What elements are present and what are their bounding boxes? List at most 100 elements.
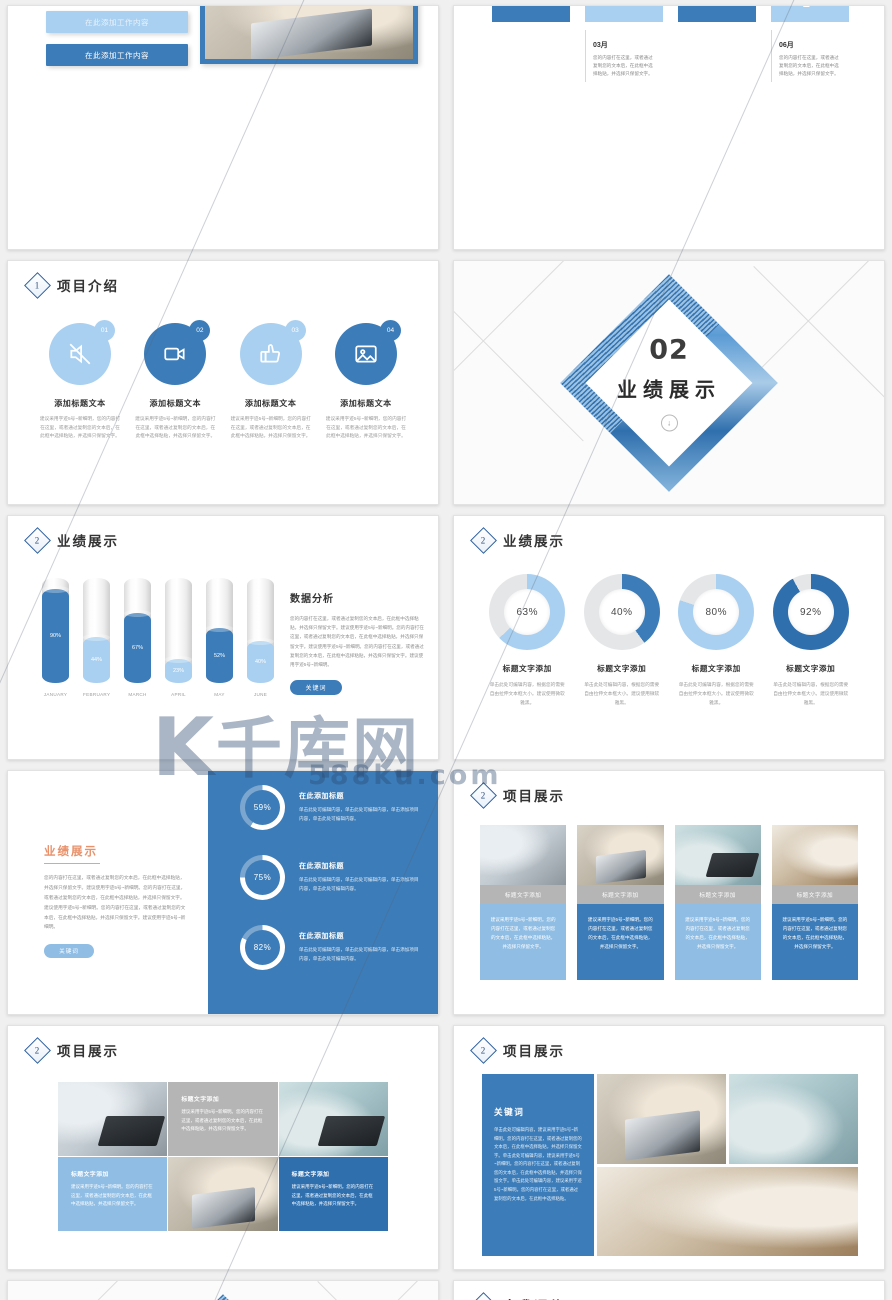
bar-track: 67% bbox=[124, 578, 151, 683]
slide-cell-project-cards[interactable]: 2 项目展示 标题文字添加 建议采用字迹5号~新细明。您的内容打在这里，或者通过… bbox=[446, 765, 892, 1020]
slide-timeline[interactable]: 03月 您的内容打在这里，或者通过复制您的文本后，在此框中选择粘贴，并选择只保留… bbox=[453, 5, 885, 250]
project-card-4[interactable]: 标题文字添加 建议采用字迹5号~新细明。您的内容打在这里，或者通过复制您的文本后… bbox=[771, 825, 858, 980]
donut-value: 63% bbox=[516, 606, 538, 618]
slide-self-evaluation[interactable]: 3 自我评价 在此添加标题 建议采用字迹5号~新细明。您的内容打在这里，或者通过… bbox=[453, 1280, 885, 1300]
intro-card-2[interactable]: 02 添加标题文本 建议采用字迹5号~新细明，您的内容打在这里，或者通过复制您的… bbox=[129, 320, 221, 441]
ring-progress: 59% bbox=[240, 785, 285, 830]
donut-item[interactable]: 80% 标题文字添加 单击此处可编辑内容，根据您的需要自由拉伸文本框大小。建议使用微… bbox=[669, 574, 764, 707]
slide-donuts[interactable]: 2 业绩展示 63% 标题文字添加 单击此处可编辑内容，根据您的需要自由拉伸文本框大… bbox=[453, 515, 885, 760]
intro-cards: 01 添加标题文本 建议采用字迹5号~新细明，您的内容打在这里，或者通过复制您的… bbox=[34, 320, 412, 441]
timeline-text-4: 您的内容打在这里，或者通过复制您的文本后，在此框中选择粘贴，并选择只保留文字。 bbox=[779, 55, 839, 77]
slide-work-content[interactable]: 在此添加工作内容 在此添加工作内容 在此添加工作内容 bbox=[7, 5, 439, 250]
timeline-item-4[interactable]: 06月 您的内容打在这里，或者通过复制您的文本后，在此框中选择粘贴，并选择只保留… bbox=[771, 6, 849, 83]
slide-cell-project-keyword[interactable]: 2 项目展示 关键词 单击此处可编辑内容，建议采用字迹5号~新细明。您的内容打在… bbox=[446, 1020, 892, 1275]
slide-cell-section-02[interactable]: 02 业绩展示 ↓ bbox=[446, 255, 892, 510]
mosaic-text-2[interactable]: 标题文字添加 建议采用字迹5号~新细明。您的内容打在这里，或者通过复制您的文本后… bbox=[58, 1157, 168, 1231]
slide-cell-self-evaluation[interactable]: 3 自我评价 在此添加标题 建议采用字迹5号~新细明。您的内容打在这里，或者通过… bbox=[446, 1275, 892, 1300]
diamond-badge: 2 bbox=[470, 1036, 497, 1064]
mosaic-text-1-body: 建议采用字迹5号~新细明。您的内容打在这里，或者通过复制您的文本后，在此框中选择… bbox=[181, 1109, 263, 1132]
intro-card-3-number: 03 bbox=[284, 320, 306, 341]
keyword-button[interactable]: 关键词 bbox=[44, 944, 94, 959]
gallery-photo-3 bbox=[597, 1166, 858, 1256]
video-icon bbox=[164, 347, 185, 361]
intro-card-3[interactable]: 03 添加标题文本 建议采用字迹5号~新细明，您的内容打在这里，或者通过复制您的… bbox=[225, 320, 317, 441]
bar-column: 52% MAY bbox=[206, 578, 233, 697]
slide-bar-chart[interactable]: 2 业绩展示 90% JANUARY 44% FEBRUARY 67% MARCH 23% A… bbox=[7, 515, 439, 760]
page-title: 项目展示 bbox=[57, 1044, 119, 1059]
bar-value-label: 40% bbox=[254, 659, 266, 665]
intro-card-4[interactable]: 04 添加标题文本 建议采用字迹5号~新细明，您的内容打在这里，或者通过复制您的… bbox=[320, 320, 412, 441]
panel-heading: 数据分析 bbox=[290, 594, 334, 605]
slide-section-03[interactable]: 03 经验反思 bbox=[7, 1280, 439, 1300]
slide-cell-project-intro[interactable]: 1 项目介绍 01 添加标题文本 建议采用字迹5号~新细明，您的内容打在这里，或… bbox=[0, 255, 446, 510]
slide-cell-project-mosaic[interactable]: 2 项目展示 标题文字添加 建议采用字迹5号~新细明。您的内容打在这里，或者通过… bbox=[0, 1020, 446, 1275]
slide-project-mosaic[interactable]: 2 项目展示 标题文字添加 建议采用字迹5号~新细明。您的内容打在这里，或者通过… bbox=[7, 1025, 439, 1270]
bar-column: 23% APRIL bbox=[165, 578, 192, 697]
bar-column: 90% JANUARY bbox=[42, 578, 69, 697]
slide-blue-rings[interactable]: 业绩展示 您的内容打在这里，或者通过复制您的文本后，在此框中选择粘贴，并选择只保… bbox=[7, 770, 439, 1015]
ring-item[interactable]: 59% 在此添加标题 单击此处可编辑内容，单击此处可编辑内容，单击添加项目内容，单击… bbox=[240, 785, 420, 830]
intro-card-1[interactable]: 01 添加标题文本 建议采用字迹5号~新细明，您的内容打在这里，或者通过复制您的… bbox=[34, 320, 126, 441]
bar-track: 44% bbox=[83, 578, 110, 683]
timeline-item-1[interactable] bbox=[492, 6, 570, 82]
slide-project-keyword[interactable]: 2 项目展示 关键词 单击此处可编辑内容，建议采用字迹5号~新细明。您的内容打在… bbox=[453, 1025, 885, 1270]
ring-progress: 75% bbox=[240, 855, 285, 900]
bar-value-label: 44% bbox=[90, 656, 102, 663]
slide-cell-work-content[interactable]: 在此添加工作内容 在此添加工作内容 在此添加工作内容 bbox=[0, 0, 446, 255]
keyword-gallery bbox=[597, 1074, 858, 1256]
work-button-2[interactable]: 在此添加工作内容 bbox=[46, 11, 188, 33]
page-title: 业绩展示 bbox=[503, 534, 565, 549]
mosaic-text-3[interactable]: 标题文字添加 建议采用字迹5号~新细明。您的内容打在这里，或者通过复制您的文本后… bbox=[278, 1157, 388, 1231]
intro-card-2-heading: 添加标题文本 bbox=[149, 399, 202, 408]
ring-value: 59% bbox=[253, 803, 272, 812]
ring-item[interactable]: 82% 在此添加标题 单击此处可编辑内容，单击此处可编辑内容，单击添加项目内容，单击… bbox=[240, 925, 420, 970]
bar-value-label: 90% bbox=[49, 632, 61, 639]
slide-cell-section-03[interactable]: 03 经验反思 bbox=[0, 1275, 446, 1300]
donut-item[interactable]: 63% 标题文字添加 单击此处可编辑内容，根据您的需要自由拉伸文本框大小。建议使用微… bbox=[480, 574, 575, 707]
timeline-body-3 bbox=[678, 30, 756, 78]
bar-track: 23% bbox=[165, 578, 192, 683]
timeline-item-2[interactable]: 03月 您的内容打在这里，或者通过复制您的文本后，在此框中选择粘贴，并选择只保留… bbox=[585, 6, 663, 83]
mosaic-text-1[interactable]: 标题文字添加 建议采用字迹5号~新细明。您的内容打在这里，或者通过复制您的文本后… bbox=[168, 1082, 278, 1156]
donut-text: 单击此处可编辑内容，根据您的需要自由拉伸文本框大小。建议使用微软雅黑。 bbox=[773, 682, 849, 706]
diamond-badge: 2 bbox=[470, 526, 497, 554]
down-arrow-icon[interactable]: ↓ bbox=[660, 414, 678, 431]
project-card-1[interactable]: 标题文字添加 建议采用字迹5号~新细明。您的内容打在这里，或者通过复制您的文本后… bbox=[480, 825, 567, 980]
bar-track: 52% bbox=[206, 578, 233, 683]
donut-text: 单击此处可编辑内容，根据您的需要自由拉伸文本框大小。建议使用微软雅黑。 bbox=[678, 682, 754, 706]
ring-description: 单击此处可编辑内容，单击此处可编辑内容，单击添加项目内容，单击此处可编辑内容。 bbox=[299, 807, 419, 821]
project-card-2[interactable]: 标题文字添加 建议采用字迹5号~新细明。您的内容打在这里，或者通过复制您的文本后… bbox=[577, 825, 664, 980]
ring-item[interactable]: 75% 在此添加标题 单击此处可编辑内容，单击此处可编辑内容，单击添加项目内容，单击… bbox=[240, 855, 420, 900]
project-card-2-text: 建议采用字迹5号~新细明。您的内容打在这里，或者通过复制您的文本后，在此框中选择… bbox=[577, 904, 664, 980]
bar-column: 44% FEBRUARY bbox=[83, 578, 110, 697]
slide-cell-timeline[interactable]: 03月 您的内容打在这里，或者通过复制您的文本后，在此框中选择粘贴，并选择只保留… bbox=[446, 0, 892, 255]
project-card-3[interactable]: 标题文字添加 建议采用字迹5号~新细明。您的内容打在这里，或者通过复制您的文本后… bbox=[674, 825, 761, 980]
slide-grid: 在此添加工作内容 在此添加工作内容 在此添加工作内容 bbox=[0, 0, 892, 1300]
slide-cell-donuts[interactable]: 2 业绩展示 63% 标题文字添加 单击此处可编辑内容，根据您的需要自由拉伸文本框大… bbox=[446, 510, 892, 765]
page-title: 自我评价 bbox=[503, 1295, 565, 1300]
slide-header: 2 项目展示 bbox=[24, 1036, 119, 1064]
slide-project-cards[interactable]: 2 项目展示 标题文字添加 建议采用字迹5号~新细明。您的内容打在这里，或者通过… bbox=[453, 770, 885, 1015]
keyword-button[interactable]: 关键词 bbox=[290, 680, 342, 696]
intro-card-4-number: 04 bbox=[379, 320, 401, 341]
donut-item[interactable]: 40% 标题文字添加 单击此处可编辑内容，根据您的需要自由拉伸文本框大小。建议使用微… bbox=[575, 574, 670, 707]
slide-project-intro[interactable]: 1 项目介绍 01 添加标题文本 建议采用字迹5号~新细明，您的内容打在这里，或… bbox=[7, 260, 439, 505]
left-panel: 业绩展示 您的内容打在这里，或者通过复制您的文本后，在此框中选择粘贴，并选择只保… bbox=[8, 771, 208, 1014]
panel-text: 您的内容打在这里，或者通过复制您的文本后，在此框中选择粘贴，并选择只保留文字。建… bbox=[290, 616, 424, 667]
slide-cell-bar-chart[interactable]: 2 业绩展示 90% JANUARY 44% FEBRUARY 67% MARCH 23% A… bbox=[0, 510, 446, 765]
mute-icon-circle: 01 bbox=[49, 320, 115, 385]
donut-value: 40% bbox=[610, 606, 633, 618]
timeline-text-2: 您的内容打在这里，或者通过复制您的文本后，在此框中选择粘贴，并选择只保留文字。 bbox=[593, 55, 653, 77]
slide-section-02[interactable]: 02 业绩展示 ↓ bbox=[453, 260, 885, 505]
bar-track: 40% bbox=[247, 578, 274, 683]
bar-category-label: MAY bbox=[214, 692, 225, 697]
slide-cell-blue-rings[interactable]: 业绩展示 您的内容打在这里，或者通过复制您的文本后，在此框中选择粘贴，并选择只保… bbox=[0, 765, 446, 1020]
donut-item[interactable]: 92% 标题文字添加 单击此处可编辑内容，根据您的需要自由拉伸文本框大小。建议使用微… bbox=[764, 574, 859, 707]
bar-value-label: 67% bbox=[131, 644, 143, 651]
bar-fill: 23% bbox=[165, 655, 192, 683]
work-button-3[interactable]: 在此添加工作内容 bbox=[46, 44, 188, 66]
timeline-item-3[interactable] bbox=[678, 6, 756, 82]
mosaic-text-3-body: 建议采用字迹5号~新细明。您的内容打在这里，或者通过复制您的文本后，在此框中选择… bbox=[291, 1184, 374, 1207]
timeline-body-2: 03月 您的内容打在这里，或者通过复制您的文本后，在此框中选择粘贴，并选择只保留… bbox=[585, 30, 663, 83]
project-card-3-text: 建议采用字迹5号~新细明。您的内容打在这里，或者通过复制您的文本后，在此框中选择… bbox=[674, 904, 761, 980]
